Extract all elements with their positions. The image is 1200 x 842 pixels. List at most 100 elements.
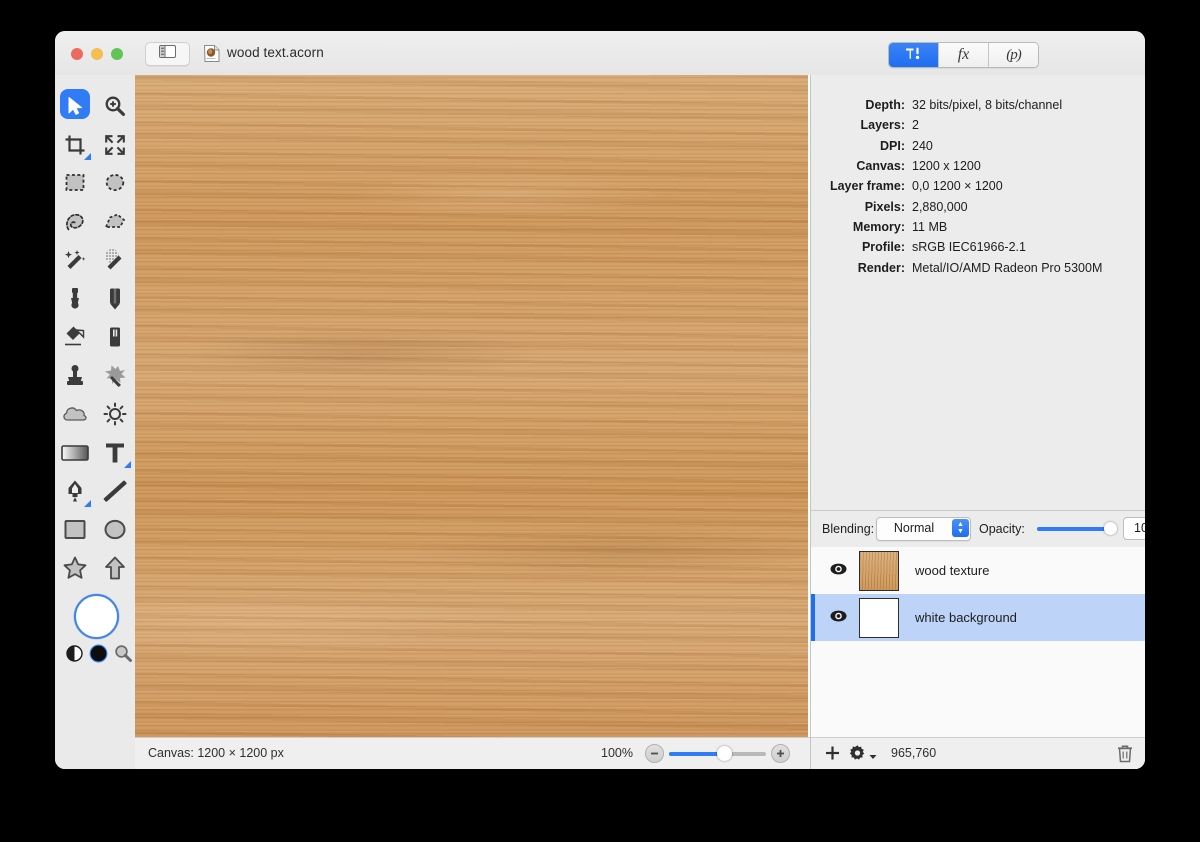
layer-thumbnail[interactable] bbox=[859, 597, 899, 638]
canvas-status-bar: Canvas: 1200 × 1200 px 100% bbox=[135, 737, 810, 769]
blending-mode-select[interactable]: Normal ▲ ▼ bbox=[876, 517, 971, 541]
zoom-out-icon[interactable] bbox=[645, 744, 664, 763]
pixel-count-label: 965,760 bbox=[891, 746, 937, 760]
traffic-lights bbox=[71, 48, 123, 60]
layer-visibility-icon[interactable] bbox=[830, 609, 847, 627]
zoom-button[interactable] bbox=[111, 48, 123, 60]
star-shape-tool[interactable] bbox=[55, 549, 95, 588]
polygon-select-tool[interactable] bbox=[95, 203, 135, 242]
tab-filters[interactable]: fx bbox=[939, 43, 989, 67]
zoom-level-label: 100% bbox=[601, 746, 633, 760]
zoom-in-icon[interactable] bbox=[771, 744, 790, 763]
opacity-slider[interactable] bbox=[1037, 522, 1117, 535]
zoom-slider[interactable] bbox=[669, 745, 766, 761]
tool-row bbox=[55, 395, 135, 434]
table-row[interactable]: wood texture bbox=[811, 547, 1145, 594]
opacity-field[interactable]: 100% bbox=[1123, 517, 1145, 540]
tool-row bbox=[55, 203, 135, 242]
foreground-color-swatch[interactable] bbox=[74, 594, 119, 639]
paint-bucket-tool[interactable] bbox=[55, 318, 95, 357]
tab-tools-info[interactable] bbox=[889, 43, 939, 67]
layer-name[interactable]: white background bbox=[915, 610, 1017, 625]
tool-options-badge bbox=[84, 153, 91, 160]
rectangular-select-tool[interactable] bbox=[55, 164, 95, 203]
info-key: Canvas: bbox=[856, 159, 905, 174]
info-row: Profile: sRGB IEC61966-2.1 bbox=[811, 237, 1145, 257]
info-row: Pixels: 2,880,000 bbox=[811, 196, 1145, 216]
gradient-tool[interactable] bbox=[55, 434, 95, 473]
inspector-panel: Depth: 32 bits/pixel, 8 bits/channel Lay… bbox=[810, 75, 1145, 769]
info-value: 11 MB bbox=[912, 219, 948, 234]
table-row[interactable]: white background bbox=[811, 594, 1145, 641]
tool-row bbox=[55, 511, 135, 550]
contrast-swatch-icon[interactable] bbox=[66, 645, 83, 667]
info-row: Layers: 2 bbox=[811, 115, 1145, 135]
minimize-button[interactable] bbox=[91, 48, 103, 60]
info-row: DPI: 240 bbox=[811, 136, 1145, 156]
opacity-label: Opacity: bbox=[979, 522, 1025, 536]
instant-alpha-tool[interactable] bbox=[95, 241, 135, 280]
blending-mode-value: Normal bbox=[893, 521, 935, 535]
arrow-shape-tool[interactable] bbox=[95, 549, 135, 588]
clone-stamp-tool[interactable] bbox=[55, 357, 95, 396]
bezier-pen-tool[interactable] bbox=[55, 472, 95, 511]
tool-row bbox=[55, 164, 135, 203]
delete-layer-icon[interactable] bbox=[1117, 744, 1133, 768]
info-value: sRGB IEC61966-2.1 bbox=[912, 240, 1026, 255]
magic-wand-tool[interactable] bbox=[55, 241, 95, 280]
chevron-down-icon bbox=[869, 747, 877, 765]
text-tool[interactable] bbox=[95, 434, 135, 473]
layer-thumbnail[interactable] bbox=[859, 550, 899, 591]
add-layer-icon[interactable] bbox=[824, 743, 841, 768]
eraser-tool[interactable] bbox=[95, 318, 135, 357]
pencil-tool[interactable] bbox=[95, 280, 135, 319]
layers-empty-area[interactable] bbox=[811, 641, 1145, 737]
lasso-select-tool[interactable] bbox=[55, 203, 95, 242]
color-controls bbox=[55, 590, 135, 680]
tool-row bbox=[55, 357, 135, 396]
tool-row bbox=[55, 241, 135, 280]
blur-tool[interactable] bbox=[55, 395, 95, 434]
fx-icon: fx bbox=[957, 46, 970, 63]
canvas-size-label: Canvas: 1200 × 1200 px bbox=[148, 746, 284, 760]
elliptical-select-tool[interactable] bbox=[95, 164, 135, 203]
info-value: 1200 x 1200 bbox=[912, 159, 981, 174]
info-value: 240 bbox=[912, 138, 933, 153]
tool-grid bbox=[55, 87, 135, 588]
transform-tool[interactable] bbox=[95, 126, 135, 165]
ellipse-shape-tool[interactable] bbox=[95, 511, 135, 550]
tool-row bbox=[55, 126, 135, 165]
layer-actions-menu[interactable] bbox=[849, 744, 877, 767]
hammer-exclaim-icon bbox=[904, 46, 923, 64]
close-button[interactable] bbox=[71, 48, 83, 60]
background-color-swatch[interactable] bbox=[89, 644, 108, 668]
canvas-area[interactable]: Canvas: 1200 × 1200 px 100% bbox=[135, 75, 810, 769]
title-bar: wood text.acorn fx (p) bbox=[55, 31, 1145, 76]
canvas-image-wood-texture[interactable] bbox=[135, 75, 808, 737]
smudge-tool[interactable] bbox=[95, 357, 135, 396]
p-icon: (p) bbox=[1006, 46, 1021, 63]
brush-tool[interactable] bbox=[55, 280, 95, 319]
blending-label: Blending: bbox=[822, 522, 875, 536]
info-key: Profile: bbox=[861, 240, 905, 255]
tab-palettes[interactable]: (p) bbox=[989, 43, 1038, 67]
move-tool[interactable] bbox=[55, 87, 95, 126]
sidebar-icon bbox=[159, 45, 176, 63]
info-key: Pixels: bbox=[864, 199, 905, 214]
line-tool[interactable] bbox=[95, 472, 135, 511]
dodge-tool[interactable] bbox=[95, 395, 135, 434]
opacity-slider-handle[interactable] bbox=[1104, 522, 1117, 535]
crop-tool[interactable] bbox=[55, 126, 95, 165]
app-window: wood text.acorn fx (p) Canvas: 1200 × 12… bbox=[55, 31, 1145, 769]
chevron-updown-icon[interactable]: ▲ ▼ bbox=[952, 519, 969, 537]
info-value: 2 bbox=[912, 118, 919, 133]
gear-icon bbox=[849, 744, 866, 767]
sidebar-toggle-button[interactable] bbox=[145, 42, 190, 66]
zoom-slider-handle[interactable] bbox=[717, 745, 732, 761]
zoom-tool[interactable] bbox=[95, 87, 135, 126]
color-picker-icon[interactable] bbox=[114, 644, 133, 668]
layer-name[interactable]: wood texture bbox=[915, 563, 989, 578]
layers-toolbar: 965,760 bbox=[811, 737, 1145, 769]
layer-visibility-icon[interactable] bbox=[830, 562, 847, 580]
rectangle-shape-tool[interactable] bbox=[55, 511, 95, 550]
